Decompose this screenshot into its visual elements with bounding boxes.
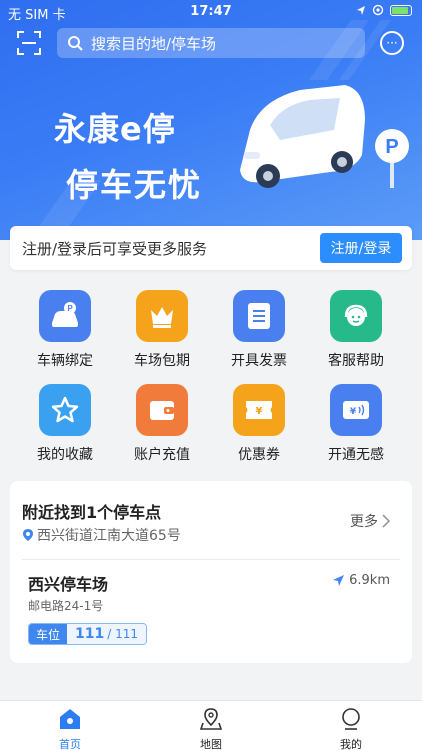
grid-item-invoice[interactable]: 开具发票 bbox=[209, 290, 309, 370]
tab-map[interactable]: 地图 bbox=[171, 707, 251, 750]
parking-sign-letter: P bbox=[385, 136, 398, 158]
grid-label: 开具发票 bbox=[231, 353, 287, 369]
car-illustration bbox=[240, 85, 365, 188]
search-input[interactable]: 搜索目的地/停车场 bbox=[57, 28, 365, 58]
grid-item-contactless[interactable]: ¥ 开通无感 bbox=[306, 384, 406, 464]
scan-icon[interactable] bbox=[16, 30, 42, 56]
tab-home[interactable]: 首页 bbox=[30, 707, 110, 750]
svg-text:P: P bbox=[67, 304, 73, 313]
grid-label: 开通无感 bbox=[328, 447, 384, 463]
tab-label: 我的 bbox=[340, 738, 362, 750]
spot-tag: 车位 bbox=[29, 624, 68, 644]
orientation-lock-icon bbox=[372, 4, 384, 16]
lot-distance-text: 6.9km bbox=[349, 573, 390, 588]
wallet-icon bbox=[136, 384, 188, 436]
header-banner: 无 SIM 卡 17:47 搜索目的地/停车场 ··· 永康e停 停车无忧 P bbox=[0, 0, 422, 240]
crown-icon bbox=[136, 290, 188, 342]
spot-total: / 111 bbox=[107, 627, 139, 641]
grid-label: 客服帮助 bbox=[328, 353, 384, 369]
grid-item-coupon[interactable]: ¥ 优惠券 bbox=[209, 384, 309, 464]
more-dots-icon: ··· bbox=[386, 36, 398, 50]
profile-icon bbox=[342, 708, 360, 730]
nearby-parking-card: 附近找到1个停车点 西兴街道江南大道65号 更多 西兴停车场 邮电路24-1号 … bbox=[10, 481, 412, 663]
spot-availability: 车位 111 / 111 bbox=[28, 623, 148, 645]
headset-icon bbox=[330, 290, 382, 342]
spot-free: 111 bbox=[75, 626, 105, 642]
login-button[interactable]: 注册/登录 bbox=[320, 233, 402, 263]
grid-label: 账户充值 bbox=[134, 447, 190, 463]
nearby-title: 附近找到1个停车点 bbox=[22, 503, 162, 522]
lot-road: 邮电路24-1号 bbox=[28, 599, 104, 613]
spot-count: 111 / 111 bbox=[67, 624, 147, 644]
grid-label: 优惠券 bbox=[238, 447, 280, 463]
divider bbox=[22, 559, 400, 560]
grid-label: 车辆绑定 bbox=[37, 353, 93, 369]
chevron-right-icon bbox=[382, 514, 390, 528]
grid-label: 车场包期 bbox=[134, 353, 190, 369]
grid-item-recharge[interactable]: 账户充值 bbox=[112, 384, 212, 464]
map-icon bbox=[199, 708, 223, 730]
grid-item-vehicle-bind[interactable]: P 车辆绑定 bbox=[15, 290, 115, 370]
coupon-icon: ¥ bbox=[233, 384, 285, 436]
login-card: 注册/登录后可享受更多服务 注册/登录 bbox=[10, 226, 412, 270]
grid-item-period-pass[interactable]: 车场包期 bbox=[112, 290, 212, 370]
banner-slogan-line1: 永康e停 bbox=[54, 110, 176, 148]
car-bind-icon: P bbox=[39, 290, 91, 342]
banner-slogan-line2: 停车无忧 bbox=[66, 166, 203, 204]
status-icons bbox=[356, 4, 412, 16]
home-icon bbox=[60, 709, 80, 729]
invoice-icon bbox=[233, 290, 285, 342]
tab-label: 地图 bbox=[200, 738, 222, 750]
grid-label: 我的收藏 bbox=[37, 447, 93, 463]
lot-distance: 6.9km bbox=[332, 573, 390, 588]
nearby-address: 西兴街道江南大道65号 bbox=[22, 525, 181, 545]
tab-profile[interactable]: 我的 bbox=[311, 707, 391, 750]
card-icon: ¥ bbox=[330, 384, 382, 436]
login-prompt: 注册/登录后可享受更多服务 bbox=[22, 239, 208, 258]
grid-item-favorites[interactable]: 我的收藏 bbox=[15, 384, 115, 464]
more-button[interactable]: 更多 bbox=[350, 511, 390, 531]
navigation-arrow-icon bbox=[333, 575, 345, 586]
svg-text:¥: ¥ bbox=[256, 406, 263, 417]
more-label: 更多 bbox=[350, 514, 378, 530]
status-bar: 无 SIM 卡 17:47 bbox=[0, 0, 422, 24]
message-button[interactable]: ··· bbox=[380, 31, 404, 55]
location-pin-icon bbox=[23, 529, 33, 541]
search-placeholder: 搜索目的地/停车场 bbox=[91, 34, 217, 53]
svg-text:¥: ¥ bbox=[350, 407, 357, 417]
battery-icon bbox=[390, 4, 412, 16]
bottom-tab-bar: 首页 地图 我的 bbox=[0, 700, 422, 750]
lot-name: 西兴停车场 bbox=[28, 575, 109, 594]
parking-sign-illustration: P bbox=[375, 129, 409, 188]
search-icon bbox=[68, 36, 83, 51]
location-arrow-icon bbox=[357, 5, 365, 15]
tab-label: 首页 bbox=[59, 738, 81, 750]
grid-item-support[interactable]: 客服帮助 bbox=[306, 290, 406, 370]
star-icon bbox=[39, 384, 91, 436]
nearby-address-text: 西兴街道江南大道65号 bbox=[37, 528, 181, 544]
